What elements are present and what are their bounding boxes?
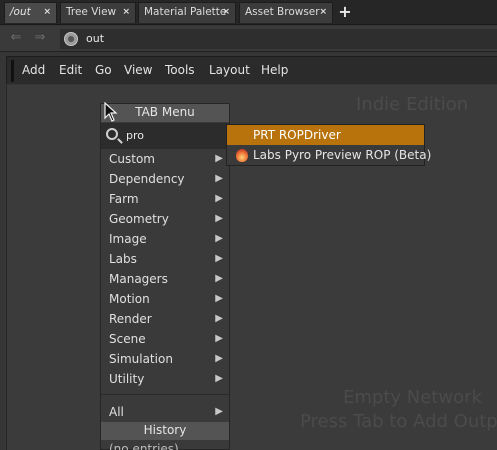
tab-label: Material Palette	[144, 6, 227, 18]
search-value[interactable]: pro	[126, 129, 144, 142]
menu-category-labs[interactable]: Labs ▶	[101, 249, 229, 269]
menu-add[interactable]: Add	[22, 63, 45, 77]
forward-arrow-icon[interactable]: ⇒	[32, 30, 48, 46]
category-label: Image	[109, 232, 147, 246]
submenu-arrow-icon: ▶	[215, 193, 223, 204]
tab-label: Tree View	[66, 6, 117, 18]
category-label: Labs	[109, 252, 137, 266]
path-bar: ⇐ ⇒ out	[0, 26, 497, 52]
menu-separator	[101, 394, 229, 395]
submenu-arrow-icon: ▶	[215, 373, 223, 384]
menu-go[interactable]: Go	[95, 63, 112, 77]
menu-category-all[interactable]: All ▶	[101, 402, 229, 422]
network-editor: Add Edit Go View Tools Layout Help Indie…	[0, 53, 497, 450]
category-label: All	[109, 405, 124, 419]
menu-layout[interactable]: Layout	[209, 63, 250, 77]
network-menubar: Add Edit Go View Tools Layout Help	[6, 56, 497, 84]
menu-edit[interactable]: Edit	[59, 63, 82, 77]
menu-tools[interactable]: Tools	[165, 63, 195, 77]
pane-tab-bar: /out × Tree View × Material Palette × As…	[0, 0, 497, 25]
menu-category-custom[interactable]: Custom ▶	[101, 149, 229, 169]
category-label: Farm	[109, 192, 139, 206]
tab-label: /out	[10, 6, 31, 18]
tab-menu-search-input[interactable]: pro	[101, 123, 229, 149]
close-icon[interactable]: ×	[43, 3, 51, 22]
menu-category-image[interactable]: Image ▶	[101, 229, 229, 249]
close-icon[interactable]: ×	[222, 3, 230, 22]
tab-tree-view[interactable]: Tree View ×	[60, 2, 136, 23]
close-icon[interactable]: ×	[122, 3, 130, 22]
menu-category-managers[interactable]: Managers ▶	[101, 269, 229, 289]
add-tab-button[interactable]: +	[336, 2, 354, 22]
menu-category-farm[interactable]: Farm ▶	[101, 189, 229, 209]
path-field[interactable]: out	[60, 29, 497, 49]
search-icon	[106, 128, 118, 140]
submenu-arrow-icon: ▶	[215, 173, 223, 184]
edition-watermark: Indie Edition	[356, 94, 469, 115]
back-arrow-icon[interactable]: ⇐	[8, 30, 24, 46]
tab-material-palette[interactable]: Material Palette ×	[138, 2, 236, 23]
submenu-arrow-icon: ▶	[215, 213, 223, 224]
tab-menu-title: TAB Menu	[101, 104, 229, 122]
category-label: Scene	[109, 332, 146, 346]
menu-category-geometry[interactable]: Geometry ▶	[101, 209, 229, 229]
category-label: Simulation	[109, 352, 173, 366]
tab-asset-browser[interactable]: Asset Browser ×	[239, 2, 333, 23]
tab-out[interactable]: /out ×	[4, 2, 57, 23]
submenu-arrow-icon: ▶	[215, 153, 223, 164]
category-label: Utility	[109, 372, 145, 386]
network-context-icon[interactable]	[64, 32, 78, 46]
pyro-flame-icon	[236, 149, 248, 162]
tab-menu: TAB Menu pro Custom ▶ Dependency ▶ Farm …	[100, 103, 230, 450]
result-label: Labs Pyro Preview ROP (Beta)	[253, 148, 432, 162]
submenu-arrow-icon: ▶	[215, 406, 223, 417]
tab-label: Asset Browser	[245, 6, 320, 18]
result-prt-ropdriver[interactable]: PRT ROPDriver	[227, 125, 424, 145]
submenu-arrow-icon: ▶	[215, 293, 223, 304]
submenu-arrow-icon: ▶	[215, 273, 223, 284]
mouse-cursor-icon	[104, 102, 118, 122]
empty-network-hint: Press Tab to Add Outp	[300, 411, 497, 432]
submenu-arrow-icon: ▶	[215, 253, 223, 264]
menu-category-simulation[interactable]: Simulation ▶	[101, 349, 229, 369]
submenu-arrow-icon: ▶	[215, 353, 223, 364]
menu-category-utility[interactable]: Utility ▶	[101, 369, 229, 389]
toolbar-grip[interactable]	[11, 60, 14, 82]
search-results-list: PRT ROPDriver Labs Pyro Preview ROP (Bet…	[226, 124, 431, 166]
category-label: Render	[109, 312, 152, 326]
menu-category-scene[interactable]: Scene ▶	[101, 329, 229, 349]
submenu-arrow-icon: ▶	[215, 333, 223, 344]
result-labs-pyro-preview-rop[interactable]: Labs Pyro Preview ROP (Beta)	[227, 145, 431, 165]
category-label: Geometry	[109, 212, 169, 226]
result-label: PRT ROPDriver	[253, 128, 341, 142]
path-text[interactable]: out	[86, 32, 104, 45]
category-label: Managers	[109, 272, 168, 286]
category-label: Dependency	[109, 172, 185, 186]
submenu-arrow-icon: ▶	[215, 313, 223, 324]
history-empty-text: (no entries)	[109, 442, 179, 450]
close-icon[interactable]: ×	[319, 3, 327, 22]
empty-network-message: Empty Network	[343, 387, 482, 408]
menu-category-dependency[interactable]: Dependency ▶	[101, 169, 229, 189]
history-header: History	[101, 422, 229, 440]
category-label: Motion	[109, 292, 150, 306]
category-label: Custom	[109, 152, 155, 166]
submenu-arrow-icon: ▶	[215, 233, 223, 244]
menu-help[interactable]: Help	[261, 63, 288, 77]
menu-category-motion[interactable]: Motion ▶	[101, 289, 229, 309]
menu-view[interactable]: View	[124, 63, 152, 77]
menu-category-render[interactable]: Render ▶	[101, 309, 229, 329]
